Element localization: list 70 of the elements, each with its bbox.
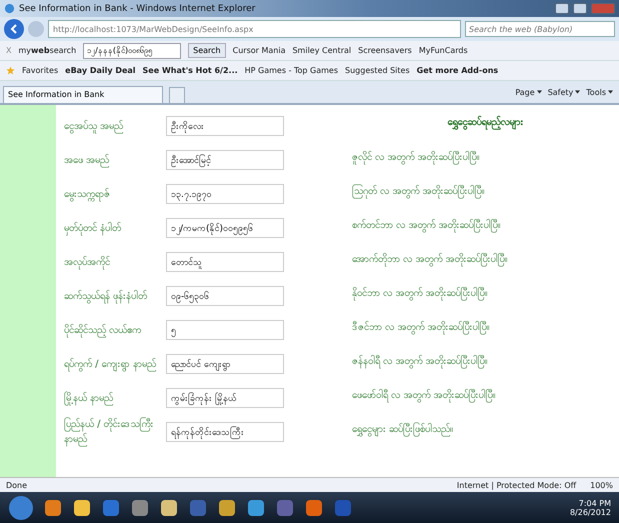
- payment-status: ရွှေငွေများ ဆပ်ပြီးဖြစ်ပါသည်။: [352, 422, 454, 438]
- payment-status: နိုဝင်ဘာ လ အတွက် အတိုးဆပ်ပြီးပါပြီ။: [352, 286, 488, 302]
- payment-status: ဇူလိုင် လ အတွက် အတိုးဆပ်ပြီးပါပြီ။: [352, 150, 480, 166]
- input-field[interactable]: ၁၂/ကမက(နိုင်)၀၀၅၉၅၆: [166, 218, 284, 238]
- taskbar-app-icon[interactable]: [130, 498, 150, 518]
- favorites-link[interactable]: See What's Hot 6/2...: [142, 66, 238, 75]
- status-text: Done: [6, 480, 28, 490]
- toolbar-link[interactable]: MyFunCards: [418, 46, 468, 55]
- favorites-link[interactable]: HP Games - Top Games: [244, 66, 338, 75]
- payment-status: ဖေဖော်ဝါရီ လ အတွက် အတိုးဆပ်ပြီးပါပြီ။: [352, 388, 496, 404]
- field-label: အလုပ်အကိုင်: [64, 255, 111, 270]
- field-label: မြို့နယ် နာမည်: [64, 390, 114, 406]
- back-button[interactable]: [4, 19, 24, 39]
- field-label: ဆက်သွယ်ရန် ဖုန်းနံပါတ်: [64, 289, 148, 304]
- toolbar-link[interactable]: Smiley Central: [292, 46, 352, 55]
- payment-status: ဒီဇင်ဘာ လ အတွက် အတိုးဆပ်ပြီးပါပြီ။: [352, 320, 490, 336]
- input-field[interactable]: ၅: [166, 320, 284, 340]
- star-icon: [6, 66, 15, 75]
- browser-tab[interactable]: See Information in Bank: [3, 86, 163, 103]
- maximize-button[interactable]: [573, 3, 587, 14]
- field-label: ရပ်ကွက် / ကျေးရွာ နာမည်: [64, 357, 157, 372]
- section-heading: ရွှေငွေဆပ်ရမည့်လများ: [448, 115, 524, 130]
- taskbar-app-icon[interactable]: [159, 498, 179, 518]
- favorites-link[interactable]: Suggested Sites: [345, 66, 410, 75]
- input-field[interactable]: ကွမ်းခြံကုန်း မြို့နယ်: [166, 388, 284, 408]
- payment-status: စက်တင်ဘာ လ အတွက် အတိုးဆပ်ပြီးပါပြီ။: [352, 218, 501, 234]
- field-label: အဖေ အမည်: [64, 153, 110, 168]
- payment-status: ဩဂုတ် လ အတွက် အတိုးဆပ်ပြီးပါပြီ။: [352, 184, 485, 200]
- zoom-level[interactable]: 100%: [590, 480, 613, 490]
- toolbar-brand: mywebsearch: [18, 46, 76, 55]
- search-field[interactable]: Search the web (Babylon): [465, 21, 615, 37]
- taskbar-app-icon[interactable]: [72, 498, 92, 518]
- input-field[interactable]: ဦးအောင်မြင့်: [166, 150, 284, 170]
- command-menu[interactable]: Page: [515, 88, 535, 96]
- favorites-link[interactable]: Get more Add-ons: [416, 66, 498, 75]
- toolbar-search-field[interactable]: ၁၂/နနန(နိုင်)၀၀၈၆၉၅: [83, 42, 182, 58]
- toolbar-link[interactable]: Screensavers: [358, 46, 412, 55]
- browser-icon: [4, 3, 15, 14]
- favorites-link[interactable]: eBay Daily Deal: [65, 66, 136, 75]
- input-field[interactable]: ၀၉-၆၅၃၀၆: [166, 286, 284, 306]
- payment-status: ဇန်နဝါရီ လ အတွက် အတိုးဆပ်ပြီးပါပြီ။: [352, 354, 488, 370]
- minimize-button[interactable]: [555, 3, 569, 14]
- security-zone: Internet | Protected Mode: Off: [456, 480, 576, 490]
- command-menu[interactable]: Safety: [548, 88, 574, 96]
- search-button[interactable]: Search: [188, 43, 226, 58]
- taskbar-app-icon[interactable]: [43, 498, 63, 518]
- caret-icon: [608, 90, 613, 94]
- input-field[interactable]: ရန်ကုန်တိုင်းဒေသကြီး: [166, 422, 284, 442]
- address-field[interactable]: http://localhost:1073/MarWebDesign/SeeInfo.aspx: [48, 20, 461, 38]
- caret-icon: [536, 90, 542, 94]
- field-label: ငွေအပ်သူ အမည်: [64, 119, 124, 134]
- taskbar-app-icon[interactable]: [217, 498, 237, 518]
- start-button[interactable]: [8, 494, 34, 520]
- input-field[interactable]: ဦးကိုလေး: [166, 116, 284, 136]
- input-field[interactable]: တောင်သူ: [166, 252, 284, 272]
- caret-icon: [575, 90, 580, 94]
- payment-status: အောက်တိုဘာ လ အတွက် အတိုးဆပ်ပြီးပါပြီ။: [352, 252, 508, 268]
- favorites-button[interactable]: Favorites: [22, 66, 58, 75]
- field-label: မွေးသက္ကရာဇ်: [64, 187, 111, 202]
- field-label: ပြည်နယ် / တိုင်းဒေသကြီး နာမည်: [64, 417, 155, 447]
- input-field[interactable]: ညောင်ပင် ကျေးရွာ: [166, 354, 284, 374]
- input-field[interactable]: ၁၃.၇.၁၉၇၀: [166, 184, 284, 204]
- taskbar-clock[interactable]: 7:04 PM 8/26/2012: [570, 498, 611, 516]
- taskbar-app-icon[interactable]: [246, 498, 266, 518]
- command-menu[interactable]: Tools: [586, 88, 606, 96]
- field-label: ပိုင်ဆိုင်သည့် လယ်ဧက: [64, 323, 142, 338]
- field-label: မှတ်ပုံတင် နံပါတ်: [64, 221, 122, 236]
- toolbar-link[interactable]: Cursor Mania: [232, 46, 286, 55]
- window-title: See Information in Bank - Windows Internet Explorer: [19, 4, 256, 14]
- taskbar-app-icon[interactable]: [304, 498, 324, 518]
